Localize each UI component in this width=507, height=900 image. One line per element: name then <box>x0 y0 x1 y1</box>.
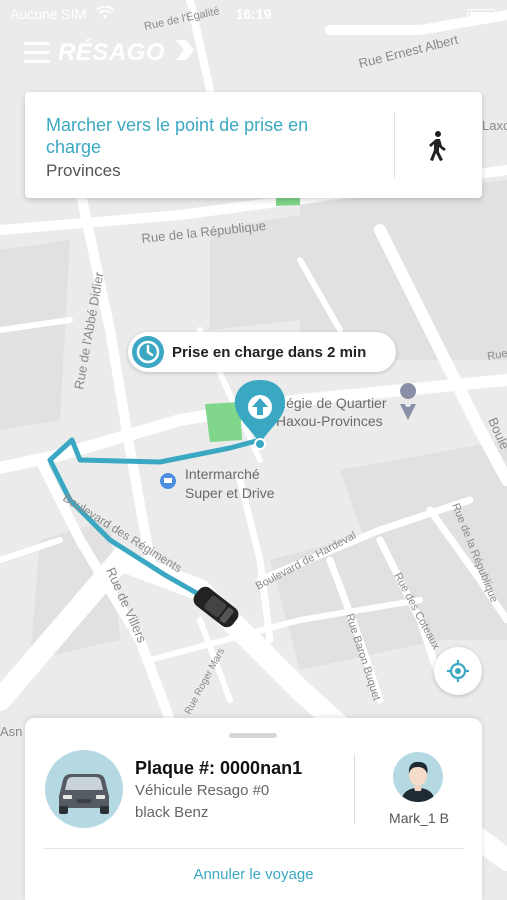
vehicle-description: black Benz <box>135 804 209 821</box>
poi-label: Régie de Quartier <box>276 395 387 411</box>
clock-time: 16:19 <box>235 6 272 22</box>
pickup-eta-pill: Prise en charge dans 2 min <box>128 332 396 372</box>
logo-text: RÉSAGO <box>58 39 166 66</box>
logo-arrow-icon <box>176 40 195 60</box>
sheet-divider-vertical <box>354 754 355 824</box>
plate-number: Plaque #: 0000nan1 <box>135 758 303 778</box>
vehicle-name: Véhicule Resago #0 <box>135 782 270 799</box>
street-label: Asn <box>0 724 22 739</box>
walk-instruction-card: Marcher vers le point de prise en charge… <box>25 92 482 198</box>
driver-name: Mark_1 B <box>389 810 449 826</box>
recenter-location-button[interactable] <box>434 647 482 695</box>
vehicle-avatar <box>45 750 123 828</box>
car-icon <box>59 774 109 814</box>
menu-button[interactable] <box>24 42 50 64</box>
driver-avatar[interactable] <box>393 752 443 802</box>
walking-person-icon <box>429 131 446 161</box>
poi-label: Haxou-Provinces <box>276 413 383 429</box>
instruction-subtitle: Provinces <box>46 161 121 180</box>
poi-pin-icon <box>400 383 417 399</box>
crosshair-icon <box>447 660 469 682</box>
clock-icon <box>132 336 164 368</box>
sheet-drag-handle[interactable] <box>229 733 277 738</box>
street-label: Laxo <box>482 118 507 133</box>
pickup-eta-text: Prise en charge dans 2 min <box>172 344 367 361</box>
app-logo: RÉSAGO <box>58 38 196 68</box>
status-bar: Aucune SIM 16:19 <box>0 0 507 28</box>
battery-icon <box>467 9 498 22</box>
poi-label: Intermarché <box>185 466 260 482</box>
cancel-trip-button[interactable]: Annuler le voyage <box>25 866 482 883</box>
card-divider <box>394 112 395 178</box>
driver-person-icon <box>401 761 435 802</box>
sheet-divider-horizontal <box>43 848 464 849</box>
trip-details-sheet: Plaque #: 0000nan1 Véhicule Resago #0 bl… <box>25 718 482 900</box>
instruction-title: Marcher vers le point de prise en charge <box>46 115 309 157</box>
poi-label: Super et Drive <box>185 485 275 501</box>
menu-icon <box>24 42 50 45</box>
